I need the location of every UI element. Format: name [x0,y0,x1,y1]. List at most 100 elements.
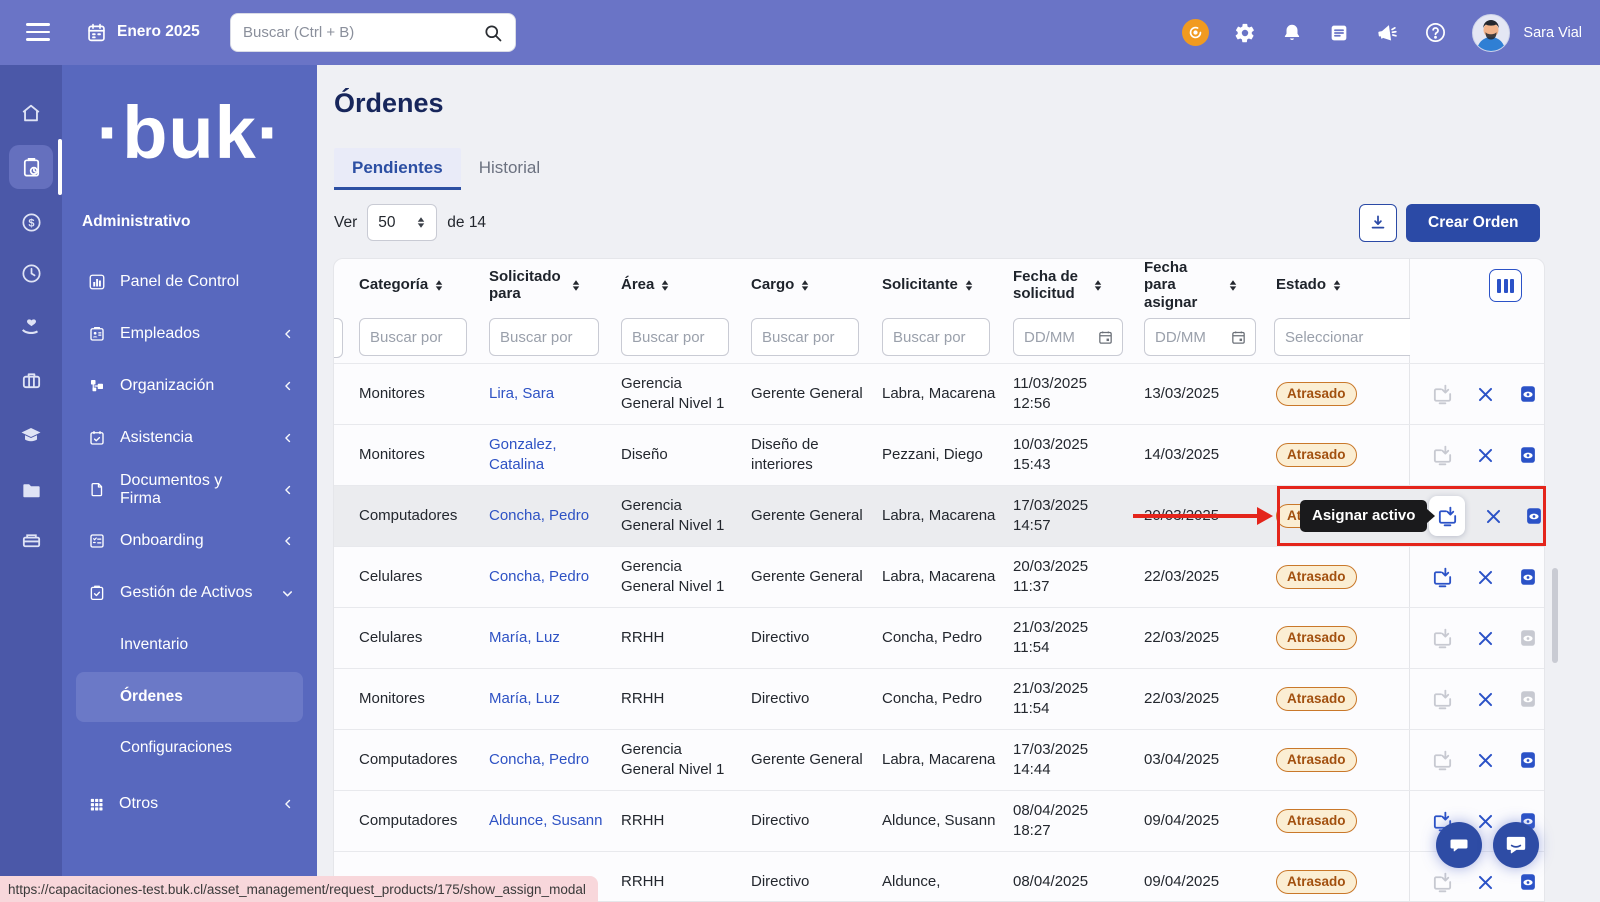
user-name[interactable]: Sara Vial [1523,25,1582,41]
support-chat-fab[interactable] [1493,822,1539,868]
tab-historial[interactable]: Historial [461,148,558,190]
help-icon[interactable] [1424,21,1447,44]
sidebar-item-asistencia[interactable]: Asistencia [76,418,303,458]
sidebar-item-documentos-y-firma[interactable]: Documentos y Firma [76,470,303,510]
news-feed-icon[interactable] [1328,22,1350,44]
filter-categoria-input[interactable] [359,318,467,356]
assign-asset-icon[interactable] [1429,381,1455,407]
table-row[interactable]: Celulares Concha, Pedro Gerencia General… [334,547,1544,608]
view-order-icon[interactable] [1515,747,1541,773]
payroll-icon[interactable]: $ [9,200,53,244]
sidebar-item-otros[interactable]: Otros [76,784,303,824]
view-order-icon[interactable] [1515,442,1541,468]
column-header-cargo[interactable]: Cargo [738,276,869,293]
files-icon[interactable] [9,468,53,512]
time-icon[interactable] [9,251,53,295]
filter-fecha-solicitud-date[interactable]: DD/MM [1013,318,1123,356]
cell-solicitado-para-link[interactable]: Concha, Pedro [476,567,608,587]
cell-solicitado-para-link[interactable]: Concha, Pedro [476,750,608,770]
table-row[interactable]: Celulares María, Luz RRHH Directivo Conc… [334,608,1544,669]
hamburger-menu-icon[interactable] [26,21,50,43]
filter-estado-select[interactable]: Seleccionar [1274,318,1410,356]
cancel-order-icon[interactable] [1482,503,1505,529]
view-order-icon[interactable] [1515,564,1541,590]
settings-gear-icon[interactable] [1234,22,1256,44]
column-settings-button[interactable] [1489,269,1522,302]
cell-solicitado-para-link[interactable]: Concha, Pedro [476,506,608,526]
cell-solicitado-para-link[interactable]: María, Luz [476,689,608,709]
table-row[interactable]: Monitores Gonzalez, Catalina Diseño Dise… [334,425,1544,486]
culture-icon[interactable] [9,358,53,402]
cell-fecha-solicitud: 17/03/202514:44 [1000,740,1131,780]
benefits-icon[interactable] [9,305,53,349]
sidebar-item-gestion-de-activos[interactable]: Gestión de Activos [76,573,303,613]
period-label: Enero 2025 [117,23,200,41]
column-header-categoria[interactable]: Categoría [346,276,476,293]
filter-solicitante-input[interactable] [882,318,990,356]
column-header-solicitado-para[interactable]: Solicitado para [476,268,608,303]
notifications-bell-icon[interactable] [1281,22,1303,44]
cancel-order-icon[interactable] [1472,442,1498,468]
terminal-icon[interactable] [9,518,53,562]
tab-pendientes[interactable]: Pendientes [334,148,461,190]
filter-cargo-input[interactable] [751,318,859,356]
export-download-button[interactable] [1359,204,1397,242]
cancel-order-icon[interactable] [1472,625,1498,651]
search-icon[interactable] [483,23,503,43]
cancel-order-icon[interactable] [1472,686,1498,712]
cell-solicitado-para-link[interactable]: Lira, Sara [476,384,608,404]
table-row[interactable]: Computadores Concha, Pedro Gerencia Gene… [334,730,1544,791]
sidebar-subitem-inventario[interactable]: Inventario [76,625,303,665]
feedback-chat-fab[interactable] [1436,822,1482,868]
table-row[interactable]: Monitores María, Luz RRHH Directivo Conc… [334,669,1544,730]
sort-icon [434,279,444,292]
home-icon[interactable] [9,91,53,135]
sidebar-item-onboarding[interactable]: Onboarding [76,521,303,561]
asset-management-icon[interactable] [9,145,53,189]
sidebar-subitem-ordenes[interactable]: Órdenes [76,672,303,722]
filter-area-input[interactable] [621,318,729,356]
sidebar-item-organizacion[interactable]: Organización [76,366,303,406]
calendar-icon [1230,329,1247,346]
column-header-estado[interactable]: Estado [1263,276,1409,293]
cell-solicitado-para-link[interactable]: María, Luz [476,628,608,648]
assign-asset-icon[interactable] [1429,564,1455,590]
column-header-solicitante[interactable]: Solicitante [869,276,1000,293]
cancel-order-icon[interactable] [1472,869,1498,895]
app-root: Enero 2025 [0,0,1600,902]
table-row[interactable]: Monitores Lira, Sara Gerencia General Ni… [334,364,1544,425]
period-selector[interactable]: Enero 2025 [86,14,200,50]
sidebar-subitem-configuraciones[interactable]: Configuraciones [76,728,303,768]
filter-fecha-asignar-date[interactable]: DD/MM [1144,318,1256,356]
sidebar-item-panel-de-control[interactable]: Panel de Control [76,262,303,302]
view-order-icon[interactable] [1515,686,1541,712]
assign-asset-icon[interactable] [1429,686,1455,712]
table-row[interactable]: Computadores Aldunce, Susann RRHH Direct… [334,791,1544,852]
column-header-area[interactable]: Área [608,276,738,293]
assign-asset-icon[interactable] [1429,442,1455,468]
view-order-icon[interactable] [1515,869,1541,895]
table-scrollbar[interactable] [1552,568,1558,663]
create-order-button[interactable]: Crear Orden [1406,204,1540,242]
column-header-fecha-solicitud[interactable]: Fecha de solicitud [1000,268,1131,303]
view-order-icon[interactable] [1515,381,1541,407]
assign-asset-icon[interactable] [1429,625,1455,651]
training-icon[interactable] [9,413,53,457]
search-input[interactable] [231,24,483,41]
assign-asset-icon[interactable] [1429,747,1455,773]
cell-solicitado-para-link[interactable]: Gonzalez, Catalina [476,435,608,475]
announcements-megaphone-icon[interactable] [1374,19,1401,46]
cancel-order-icon[interactable] [1472,381,1498,407]
user-avatar[interactable] [1472,14,1510,52]
view-order-icon[interactable] [1515,625,1541,651]
sidebar-item-empleados[interactable]: Empleados [76,314,303,354]
cancel-order-icon[interactable] [1472,747,1498,773]
view-order-icon[interactable] [1523,503,1545,529]
rewards-icon[interactable] [1182,19,1209,46]
per-page-select[interactable]: 50 [367,204,437,241]
assign-asset-icon[interactable] [1429,869,1455,895]
filter-solicitado-para-input[interactable] [489,318,599,356]
column-header-fecha-asignar[interactable]: Fecha para asignar [1131,259,1263,311]
cell-solicitado-para-link[interactable]: Aldunce, Susann [476,811,608,831]
cancel-order-icon[interactable] [1472,564,1498,590]
